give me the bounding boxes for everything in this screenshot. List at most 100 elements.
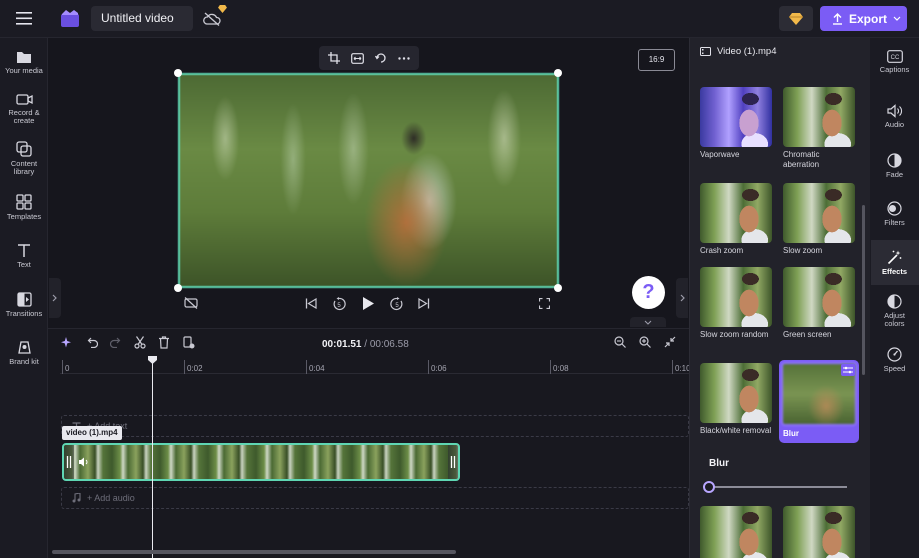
fit-timeline-icon[interactable] [664, 336, 676, 348]
zoom-in-icon[interactable] [639, 336, 651, 348]
svg-text:5: 5 [395, 303, 399, 309]
crop-icon[interactable] [328, 52, 341, 64]
resize-handle-bottom-left[interactable] [174, 284, 182, 292]
delete-trash-icon[interactable] [158, 336, 170, 349]
blur-slider-handle[interactable] [703, 481, 715, 493]
premium-button[interactable] [779, 6, 813, 31]
current-time: 00:01.51 [322, 339, 362, 350]
svg-text:5: 5 [337, 303, 341, 309]
undo-icon[interactable] [86, 337, 98, 348]
text-track[interactable]: + Add text [61, 415, 689, 437]
collapse-right-panel-button[interactable] [676, 278, 688, 318]
timeline-horizontal-scrollbar[interactable] [52, 550, 456, 554]
clip-name-label: video (1).mp4 [62, 426, 122, 440]
cloud-sync-off-icon[interactable] [203, 12, 221, 26]
effect-vaporwave[interactable]: Vaporwave [700, 87, 772, 160]
ruler-tick [428, 360, 429, 374]
add-to-timeline-icon[interactable] [183, 336, 195, 349]
hide-preview-icon[interactable] [184, 297, 198, 309]
more-options-icon[interactable] [397, 56, 410, 60]
effect-chromatic-aberration[interactable]: Chromatic aberration [783, 87, 855, 170]
collapse-timeline-button[interactable] [630, 317, 666, 327]
effect-label: Black/white removal [700, 426, 772, 435]
effect-next-row-left[interactable] [700, 506, 772, 558]
effect-thumbnail [783, 87, 855, 147]
help-button[interactable]: ? [632, 276, 665, 309]
add-audio-placeholder: + Add audio [87, 493, 135, 503]
effect-blur[interactable]: Blur [779, 360, 859, 443]
clip-volume-icon[interactable] [78, 456, 90, 468]
magic-wand-icon [870, 250, 919, 265]
filters-icon [870, 201, 919, 216]
panel-title: Video (1).mp4 [700, 46, 777, 57]
video-preview[interactable] [178, 73, 559, 288]
sidebar-item-record-create[interactable]: Record & create [0, 93, 48, 125]
ruler-tick-label: 0 [65, 364, 70, 373]
blur-slider-track[interactable] [710, 486, 847, 488]
playhead[interactable] [152, 358, 153, 558]
skip-to-start-icon[interactable] [305, 298, 317, 309]
time-display: 00:01.51 / 00:06.58 [322, 339, 409, 350]
effect-green-screen[interactable]: Green screen [783, 267, 855, 340]
chevron-down-icon [893, 16, 901, 21]
split-scissors-icon[interactable] [134, 336, 146, 349]
rotate-icon[interactable] [374, 52, 387, 64]
export-button[interactable]: Export [820, 6, 907, 31]
skip-to-end-icon[interactable] [418, 298, 430, 309]
effect-thumbnail [700, 267, 772, 327]
sidebar-item-transitions[interactable]: Transitions [0, 292, 48, 318]
play-icon[interactable] [362, 296, 375, 311]
resize-handle-top-right[interactable] [554, 69, 562, 77]
resize-handle-bottom-right[interactable] [554, 284, 562, 292]
zoom-out-icon[interactable] [614, 336, 626, 348]
effect-label: Chromatic aberration [783, 150, 820, 169]
redo-icon[interactable] [110, 337, 122, 348]
sidebar-item-text[interactable]: Text [0, 243, 48, 269]
effect-label: Slow zoom [783, 246, 823, 255]
clip-trim-handle-right[interactable] [448, 445, 458, 479]
effect-crash-zoom[interactable]: Crash zoom [700, 183, 772, 256]
fit-icon[interactable] [351, 52, 365, 64]
effect-thumbnail [783, 267, 855, 327]
effects-panel-scrollbar[interactable] [862, 205, 865, 375]
ruler-tick [550, 360, 551, 374]
effect-thumbnail [700, 87, 772, 147]
aspect-ratio-button[interactable]: 16:9 [638, 49, 675, 71]
sidebar-item-content-library[interactable]: Content library [0, 141, 48, 176]
sidebar-item-adjust-colors[interactable]: Adjust colors [870, 294, 919, 328]
resize-handle-top-left[interactable] [174, 69, 182, 77]
sidebar-item-speed[interactable]: Speed [870, 347, 919, 373]
effect-slow-zoom-random[interactable]: Slow zoom random [700, 267, 772, 340]
expand-left-panel-button[interactable] [49, 278, 61, 318]
clip-trim-handle-left[interactable] [64, 445, 74, 479]
folder-icon [0, 50, 48, 64]
effect-settings-icon[interactable] [841, 364, 855, 376]
fullscreen-icon[interactable] [539, 298, 550, 309]
sidebar-item-effects[interactable]: Effects [870, 250, 919, 276]
effect-slow-zoom[interactable]: Slow zoom [783, 183, 855, 256]
sidebar-item-brand-kit[interactable]: Brand kit [0, 340, 48, 366]
audio-track[interactable]: + Add audio [61, 487, 689, 509]
content-library-icon [0, 141, 48, 157]
speed-icon [870, 347, 919, 362]
sidebar-item-captions[interactable]: CC Captions [870, 50, 919, 74]
ruler-tick-label: 0:08 [553, 364, 569, 373]
magic-sparkle-icon[interactable] [60, 336, 73, 349]
app-logo-icon [60, 9, 80, 29]
sidebar-item-audio[interactable]: Audio [870, 104, 919, 129]
effect-next-row-right[interactable] [783, 506, 855, 558]
rewind-5s-icon[interactable]: 5 [332, 297, 346, 311]
effect-black-white-removal[interactable]: Black/white removal [700, 363, 772, 436]
brand-kit-icon [0, 340, 48, 355]
sidebar-item-filters[interactable]: Filters [870, 201, 919, 227]
video-clip[interactable] [62, 443, 460, 481]
sidebar-item-fade[interactable]: Fade [870, 153, 919, 179]
project-title-input[interactable]: Untitled video [91, 6, 193, 31]
camera-icon [0, 93, 48, 106]
sidebar-item-your-media[interactable]: Your media [0, 50, 48, 75]
forward-5s-icon[interactable]: 5 [390, 297, 404, 311]
fade-icon [870, 153, 919, 168]
sidebar-item-templates[interactable]: Templates [0, 194, 48, 221]
hamburger-menu-icon[interactable] [16, 12, 32, 25]
effect-label: Slow zoom random [700, 330, 769, 339]
